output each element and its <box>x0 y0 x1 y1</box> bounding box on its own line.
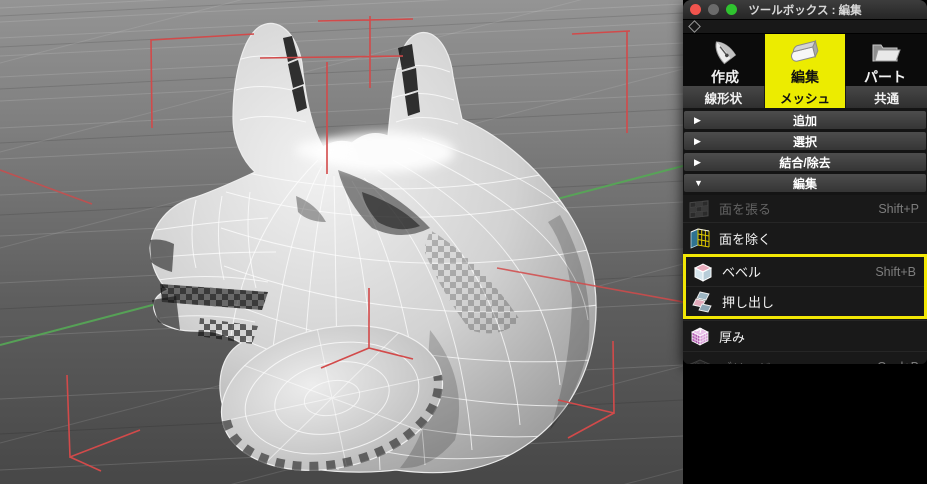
tool-bevel-label: ベベル <box>722 262 761 281</box>
tool-bevel[interactable]: ベベル Shift+B <box>686 257 924 286</box>
viewport-scene <box>0 0 683 484</box>
subtab-bar: 線形状 メッシュ 共通 <box>683 86 927 108</box>
section-list: ▶ 追加 ▶ 選択 ▶ 結合/除去 ▼ 編集 <box>683 108 927 192</box>
section-edit-label: 編集 <box>793 175 817 192</box>
tool-thickness-label: 厚み <box>719 327 745 346</box>
collapsed-arrow-icon: ▶ <box>694 157 701 168</box>
section-edit[interactable]: ▼ 編集 <box>684 174 926 192</box>
section-add[interactable]: ▶ 追加 <box>684 111 926 129</box>
collapsed-arrow-icon: ▶ <box>694 136 701 147</box>
titlebar[interactable]: ツールボックス : 編集 <box>683 0 927 20</box>
tool-create-face-shortcut: Shift+P <box>878 202 927 216</box>
tab-create[interactable]: 作成 <box>685 34 765 86</box>
panda-mesh[interactable] <box>150 23 598 484</box>
x-axis-line <box>0 170 92 204</box>
toolbar-strip <box>683 20 927 34</box>
section-join-remove-label: 結合/除去 <box>779 154 830 171</box>
tool-bridge: ブリッジ Cmd+B <box>683 351 927 364</box>
eraser-icon <box>786 37 824 69</box>
tool-create-face-label: 面を張る <box>719 199 771 218</box>
extrude-icon <box>690 290 716 314</box>
app-screen: ツールボックス : 編集 作成 <box>0 0 927 484</box>
bridge-icon <box>687 355 713 364</box>
section-add-label: 追加 <box>793 112 817 129</box>
tool-bridge-shortcut: Cmd+B <box>877 360 927 364</box>
collapsed-arrow-icon: ▶ <box>694 115 701 126</box>
subtab-mesh[interactable]: メッシュ <box>765 86 847 108</box>
folder-icon <box>866 37 904 69</box>
tool-thickness[interactable]: 厚み <box>683 320 927 351</box>
tool-list: 面を張る Shift+P 面を除く <box>683 195 927 364</box>
highlight-box: ベベル Shift+B 押し出し <box>683 254 927 319</box>
specular-highlight-small <box>296 140 348 160</box>
tab-part-label: パート <box>864 69 906 85</box>
tool-create-face: 面を張る Shift+P <box>683 195 927 222</box>
tool-bridge-label: ブリッジ <box>719 358 771 365</box>
thickness-cube-icon <box>687 324 713 348</box>
gem-icon[interactable] <box>688 20 701 33</box>
section-select[interactable]: ▶ 選択 <box>684 132 926 150</box>
tab-bar: 作成 編集 パート <box>683 34 927 86</box>
tool-remove-face-label: 面を除く <box>719 229 771 248</box>
create-face-icon <box>687 197 713 221</box>
subtab-line-shape[interactable]: 線形状 <box>683 86 765 108</box>
expanded-arrow-icon: ▼ <box>694 178 703 188</box>
toolbox-window: ツールボックス : 編集 作成 <box>683 0 927 364</box>
section-select-label: 選択 <box>793 133 817 150</box>
bevel-cube-icon <box>690 260 716 284</box>
tool-extrude-label: 押し出し <box>722 292 774 311</box>
tab-edit[interactable]: 編集 <box>765 34 845 86</box>
pen-icon <box>706 37 744 69</box>
zoom-button[interactable] <box>726 4 737 15</box>
tab-edit-label: 編集 <box>791 69 819 85</box>
section-join-remove[interactable]: ▶ 結合/除去 <box>684 153 926 171</box>
traffic-lights <box>690 4 737 15</box>
subtab-common[interactable]: 共通 <box>846 86 927 108</box>
tool-bevel-shortcut: Shift+B <box>875 265 924 279</box>
tool-remove-face[interactable]: 面を除く <box>683 222 927 253</box>
minimize-button[interactable] <box>708 4 719 15</box>
tool-extrude[interactable]: 押し出し <box>686 286 924 316</box>
remove-face-icon <box>687 226 713 250</box>
close-button[interactable] <box>690 4 701 15</box>
window-title: ツールボックス : 編集 <box>748 2 861 18</box>
tab-part[interactable]: パート <box>845 34 925 86</box>
tab-create-label: 作成 <box>711 69 739 85</box>
viewport-3d[interactable] <box>0 0 683 484</box>
